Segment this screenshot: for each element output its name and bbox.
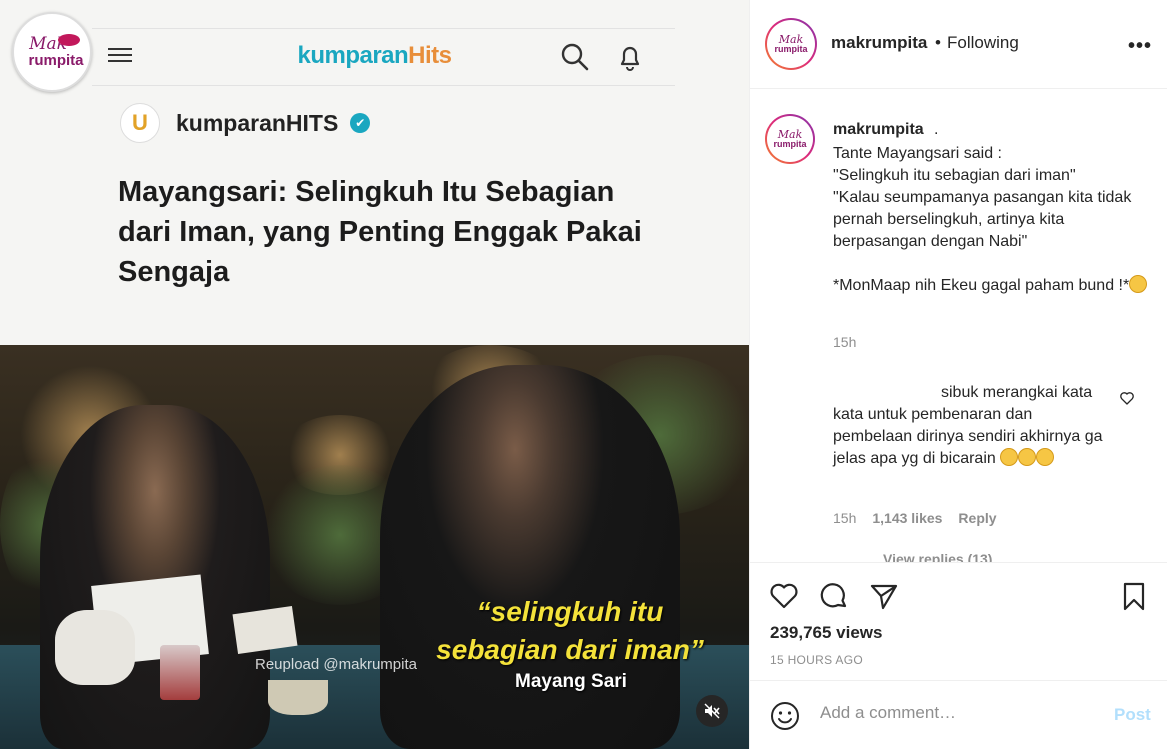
comment-reply-button[interactable]: Reply [958, 510, 996, 526]
reupload-watermark: Reupload @makrumpita [255, 656, 417, 673]
flushed-emoji-icon [1129, 275, 1148, 293]
comment-text: sibuk merangkai kata kata untuk pembenar… [833, 384, 1103, 467]
comments-list[interactable]: Mak rumpita makrumpita . Tante Mayangsar… [750, 90, 1167, 562]
comment-like-icon[interactable] [1119, 390, 1135, 406]
caption-username[interactable]: makrumpita [833, 121, 924, 139]
heart-icon[interactable] [768, 580, 800, 612]
comment-input[interactable] [820, 703, 1100, 723]
caption-username-suffix: . [934, 121, 939, 138]
article-screenshot: kumparanHits Mak rumpita U kumparanHITS … [0, 0, 749, 345]
smile-icon[interactable] [770, 701, 800, 731]
menu-card [232, 606, 298, 654]
action-bar: 239,765 views 15 HOURS AGO [750, 562, 1167, 680]
caption-avatar[interactable]: Mak rumpita [765, 114, 815, 164]
instagram-post-modal: kumparanHits Mak rumpita U kumparanHITS … [0, 0, 1167, 749]
bookmark-icon[interactable] [1118, 580, 1150, 612]
comment-meta: 15h 1,143 likes Reply [833, 510, 1013, 526]
post-sidebar: Mak rumpita makrumpita • Following ••• M… [749, 0, 1167, 749]
lips-icon [58, 34, 80, 46]
laughing-emoji-icon [1036, 448, 1055, 466]
more-icon[interactable]: ••• [1128, 35, 1152, 58]
speaker-name: Mayang Sari [515, 671, 627, 692]
header-username[interactable]: makrumpita [831, 33, 927, 53]
woman-figure [40, 405, 270, 749]
share-icon[interactable] [868, 580, 900, 612]
comment-likes[interactable]: 1,143 likes [872, 510, 942, 526]
view-replies-link[interactable]: View replies (13) [883, 551, 992, 562]
avatar[interactable]: Mak rumpita [765, 18, 817, 70]
video-frame: Reupload @makrumpita “selingkuh itu seba… [0, 345, 749, 749]
makrumpita-logo: Mak rumpita [12, 12, 92, 92]
teapot [55, 610, 135, 685]
laughing-emoji-icon [1000, 448, 1019, 466]
source-avatar: U [120, 103, 160, 143]
following-button[interactable]: Following [947, 33, 1019, 53]
comment-icon[interactable] [818, 580, 850, 612]
source-account-name: kumparanHITS [176, 109, 339, 136]
comment-timestamp[interactable]: 15h [833, 510, 856, 526]
verified-icon: ✔ [350, 113, 371, 133]
laughing-emoji-icon [1018, 448, 1037, 466]
tea-cup [268, 680, 328, 715]
muted-icon [704, 703, 720, 719]
bell-icon [620, 46, 640, 71]
separator-dot: • [935, 33, 941, 52]
view-count[interactable]: 239,765 views [770, 623, 882, 643]
drink-glass [160, 645, 200, 700]
caption-timestamp[interactable]: 15h [833, 334, 856, 350]
post-button[interactable]: Post [1114, 705, 1151, 725]
source-account: U kumparanHITS ✔ [120, 103, 371, 143]
video-quote: “selingkuh itu sebagian dari iman” [436, 596, 704, 665]
add-comment-bar: Post [750, 680, 1167, 749]
post-header: Mak rumpita makrumpita • Following ••• [750, 0, 1167, 89]
mute-toggle-button[interactable] [696, 695, 728, 727]
post-age: 15 HOURS AGO [770, 653, 863, 667]
post-media[interactable]: kumparanHits Mak rumpita U kumparanHITS … [0, 0, 749, 749]
article-headline: Mayangsari: Selingkuh Itu Sebagian dari … [118, 176, 642, 288]
caption-text: Tante Mayangsari said : "Selingkuh itu s… [833, 143, 1153, 297]
search-icon [561, 43, 589, 71]
